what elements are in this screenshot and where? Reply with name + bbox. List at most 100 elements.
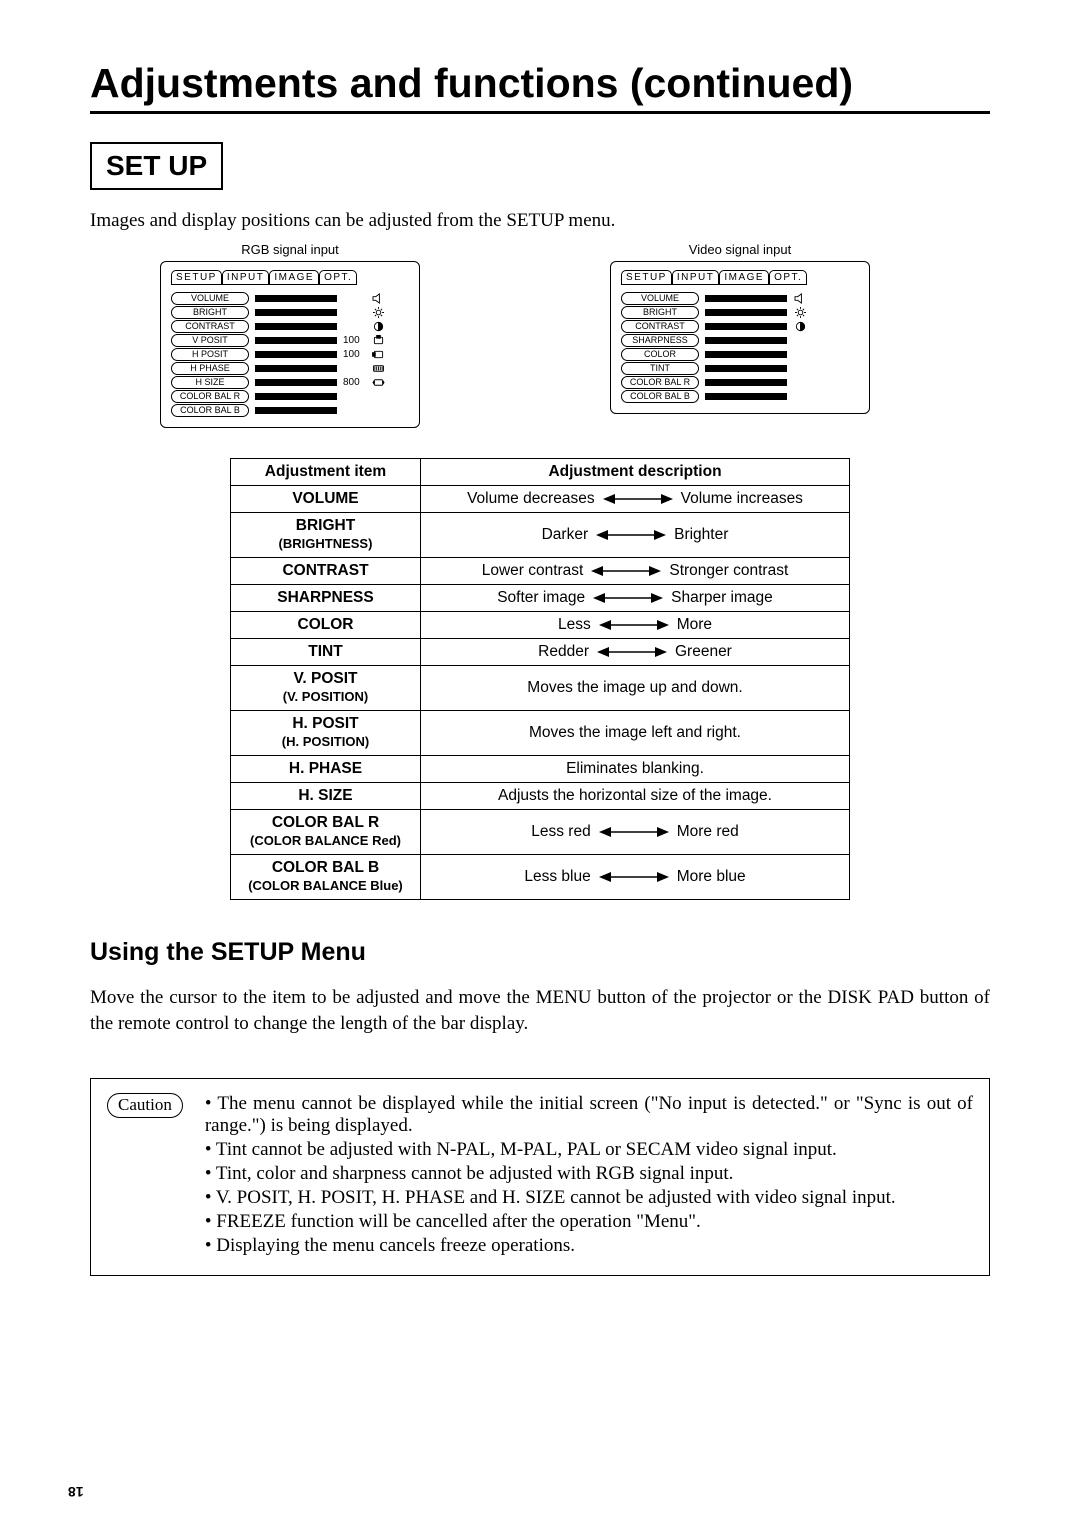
table-row: TINTRedderGreener	[231, 639, 850, 666]
bar-indicator	[705, 323, 787, 330]
menu-row: VOLUME	[171, 291, 409, 305]
bar-indicator	[255, 365, 337, 372]
menu-item-label: H POSIT	[171, 348, 249, 361]
menu-row: CONTRAST	[171, 319, 409, 333]
adj-item: H. SIZE	[231, 783, 421, 810]
caution-box: Caution • The menu cannot be displayed w…	[90, 1078, 990, 1276]
menu-row: COLOR	[621, 347, 859, 361]
table-header-desc: Adjustment description	[421, 459, 850, 486]
bar-indicator	[255, 407, 337, 414]
adj-item: COLOR BAL R(COLOR BALANCE Red)	[231, 810, 421, 855]
adj-desc: DarkerBrighter	[421, 513, 850, 558]
tab-opt: OPT.	[319, 270, 357, 285]
menu-item-label: BRIGHT	[171, 306, 249, 319]
value-readout: 800	[343, 377, 365, 388]
adj-desc: Eliminates blanking.	[421, 756, 850, 783]
menu-item-label: TINT	[621, 362, 699, 375]
menu-row: BRIGHT	[171, 305, 409, 319]
adj-desc: RedderGreener	[421, 639, 850, 666]
caution-item: • FREEZE function will be cancelled afte…	[205, 1211, 973, 1233]
table-row: BRIGHT(BRIGHTNESS)DarkerBrighter	[231, 513, 850, 558]
blank-icon	[793, 334, 807, 346]
table-row: COLOR BAL B(COLOR BALANCE Blue)Less blue…	[231, 855, 850, 900]
menu-row: H PHASE	[171, 361, 409, 375]
menu-item-label: CONTRAST	[621, 320, 699, 333]
tab-opt: OPT.	[769, 270, 807, 285]
vpos-icon	[371, 334, 385, 346]
bar-indicator	[705, 337, 787, 344]
adj-desc: Less blueMore blue	[421, 855, 850, 900]
menu-row: COLOR BAL B	[621, 389, 859, 403]
table-row: H. SIZEAdjusts the horizontal size of th…	[231, 783, 850, 810]
table-row: H. PHASEEliminates blanking.	[231, 756, 850, 783]
video-panel: SETUP INPUT IMAGE OPT. VOLUMEBRIGHTCONTR…	[610, 261, 870, 414]
tab-input: INPUT	[222, 270, 270, 285]
contrast-icon	[371, 320, 385, 332]
table-row: COLORLessMore	[231, 612, 850, 639]
rgb-caption: RGB signal input	[160, 242, 420, 257]
blank-icon	[793, 390, 807, 402]
adj-item: H. POSIT(H. POSITION)	[231, 711, 421, 756]
bar-indicator	[255, 379, 337, 386]
table-row: SHARPNESSSofter imageSharper image	[231, 585, 850, 612]
bar-indicator	[255, 337, 337, 344]
bar-indicator	[255, 323, 337, 330]
menu-row: COLOR BAL R	[171, 389, 409, 403]
caution-item: • Tint cannot be adjusted with N-PAL, M-…	[205, 1139, 973, 1161]
using-heading: Using the SETUP Menu	[90, 938, 990, 967]
page-title: Adjustments and functions (continued)	[90, 60, 990, 114]
menu-item-label: VOLUME	[621, 292, 699, 305]
using-paragraph: Move the cursor to the item to be adjust…	[90, 985, 990, 1036]
adj-desc: LessMore	[421, 612, 850, 639]
adj-desc: Softer imageSharper image	[421, 585, 850, 612]
hsize-icon	[371, 376, 385, 388]
menu-item-label: H SIZE	[171, 376, 249, 389]
bar-indicator	[705, 379, 787, 386]
speaker-icon	[793, 292, 807, 304]
bar-indicator	[255, 393, 337, 400]
bar-indicator	[255, 309, 337, 316]
table-row: CONTRASTLower contrastStronger contrast	[231, 558, 850, 585]
adj-desc: Moves the image left and right.	[421, 711, 850, 756]
bar-indicator	[705, 295, 787, 302]
hpos-icon	[371, 348, 385, 360]
adj-desc: Less redMore red	[421, 810, 850, 855]
menu-item-label: V POSIT	[171, 334, 249, 347]
caution-item: • The menu cannot be displayed while the…	[205, 1093, 973, 1137]
menu-row: H POSIT 100	[171, 347, 409, 361]
speaker-icon	[371, 292, 385, 304]
blank-icon	[793, 376, 807, 388]
adj-item: BRIGHT(BRIGHTNESS)	[231, 513, 421, 558]
blank-icon	[793, 362, 807, 374]
adj-desc: Volume decreasesVolume increases	[421, 486, 850, 513]
video-caption: Video signal input	[610, 242, 870, 257]
video-tabs: SETUP INPUT IMAGE OPT.	[621, 270, 859, 285]
contrast-icon	[793, 320, 807, 332]
bar-indicator	[705, 309, 787, 316]
value-readout: 100	[343, 349, 365, 360]
blank-icon	[371, 390, 385, 402]
adj-item: SHARPNESS	[231, 585, 421, 612]
menu-row: TINT	[621, 361, 859, 375]
section-heading-setup: SET UP	[90, 142, 223, 190]
menu-item-label: VOLUME	[171, 292, 249, 305]
blank-icon	[793, 348, 807, 360]
phase-icon	[371, 362, 385, 374]
rgb-menu: RGB signal input SETUP INPUT IMAGE OPT. …	[160, 242, 420, 428]
tab-image: IMAGE	[719, 270, 769, 285]
menu-row: SHARPNESS	[621, 333, 859, 347]
tab-input: INPUT	[672, 270, 720, 285]
value-readout: 100	[343, 335, 365, 346]
page-number: 18	[68, 1484, 84, 1500]
adj-desc: Lower contrastStronger contrast	[421, 558, 850, 585]
caution-label: Caution	[107, 1093, 183, 1117]
caution-item: • Displaying the menu cancels freeze ope…	[205, 1235, 973, 1257]
rgb-tabs: SETUP INPUT IMAGE OPT.	[171, 270, 409, 285]
sun-icon	[793, 306, 807, 318]
menu-item-label: CONTRAST	[171, 320, 249, 333]
adjustment-table: Adjustment item Adjustment description V…	[230, 458, 850, 900]
menu-item-label: H PHASE	[171, 362, 249, 375]
bar-indicator	[255, 295, 337, 302]
table-row: V. POSIT(V. POSITION)Moves the image up …	[231, 666, 850, 711]
bar-indicator	[705, 365, 787, 372]
